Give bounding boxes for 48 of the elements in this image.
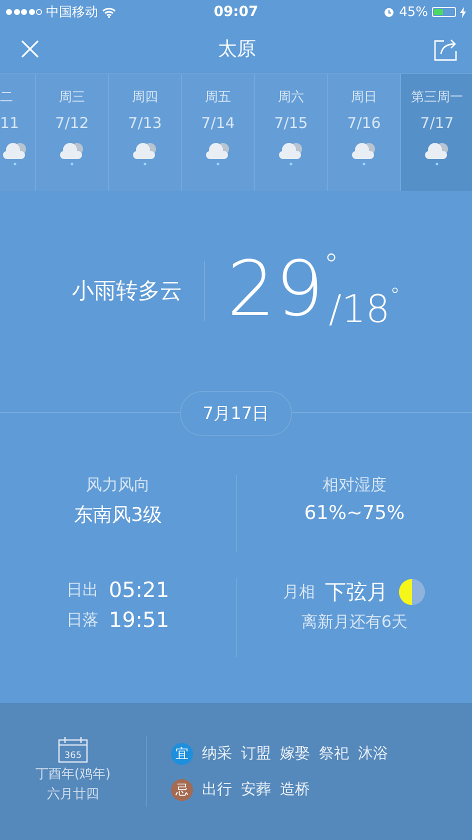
almanac-item: 嫁娶 bbox=[280, 744, 310, 763]
city-title: 太原 bbox=[218, 36, 256, 62]
sunrise-time: 05:21 bbox=[108, 578, 170, 602]
degree-sign: ° bbox=[390, 283, 400, 307]
almanac-badge: 宜 bbox=[171, 742, 193, 764]
low-temperature: 18 bbox=[342, 287, 390, 331]
forecast-day[interactable]: 第三周一 7/17 bbox=[401, 74, 472, 191]
wifi-icon bbox=[102, 6, 116, 18]
lunar-year: 丁酉年(鸡年) bbox=[35, 766, 111, 783]
weather-condition: 小雨转多云 bbox=[72, 278, 182, 306]
humidity-value: 61%~75% bbox=[304, 502, 405, 524]
almanac-item: 出行 bbox=[202, 780, 232, 799]
sunset-time: 19:51 bbox=[108, 608, 170, 632]
almanac-badge: 忌 bbox=[171, 778, 193, 800]
carrier-name: 中国移动 bbox=[46, 4, 98, 21]
forecast-day[interactable]: 周六 7/15 bbox=[255, 74, 328, 191]
signal-icon bbox=[6, 9, 42, 15]
almanac-item: 纳采 bbox=[202, 744, 232, 763]
half-moon-icon bbox=[398, 578, 426, 606]
almanac-item: 订盟 bbox=[241, 744, 271, 763]
forecast-day[interactable]: 周日 7/16 bbox=[328, 74, 401, 191]
forecast-day[interactable]: 周四 7/13 bbox=[109, 74, 182, 191]
status-time: 09:07 bbox=[214, 4, 258, 20]
charging-icon bbox=[460, 6, 466, 18]
high-temperature: 29 bbox=[227, 251, 324, 327]
wind-label: 风力风向 bbox=[86, 475, 150, 496]
new-moon-note: 离新月还有6天 bbox=[301, 612, 408, 633]
almanac-item: 安葬 bbox=[241, 780, 271, 799]
temperature-separator: / bbox=[328, 287, 342, 331]
forecast-day[interactable]: 周五 7/14 bbox=[182, 74, 255, 191]
degree-sign: ° bbox=[324, 251, 339, 281]
forecast-day[interactable]: 周三 7/12 bbox=[36, 74, 109, 191]
sunrise-label: 日出 bbox=[66, 580, 99, 600]
calendar-icon: 365 bbox=[58, 736, 88, 763]
alarm-icon bbox=[383, 6, 396, 18]
lunar-date: 六月廿四 bbox=[47, 786, 99, 803]
almanac-item: 祭祀 bbox=[319, 744, 349, 763]
almanac-item: 沐浴 bbox=[358, 744, 388, 763]
sunset-label: 日落 bbox=[66, 610, 99, 630]
moon-label: 月相 bbox=[283, 582, 315, 602]
forecast-day[interactable]: 二 11 bbox=[0, 74, 36, 191]
date-pill: 7月17日 bbox=[180, 390, 292, 436]
wind-value: 东南风3级 bbox=[74, 503, 162, 528]
battery-icon bbox=[432, 7, 456, 17]
moon-phase: 下弦月 bbox=[325, 579, 388, 606]
battery-percent: 45% bbox=[399, 4, 428, 20]
almanac-item: 造桥 bbox=[280, 780, 310, 799]
humidity-label: 相对湿度 bbox=[322, 475, 386, 496]
